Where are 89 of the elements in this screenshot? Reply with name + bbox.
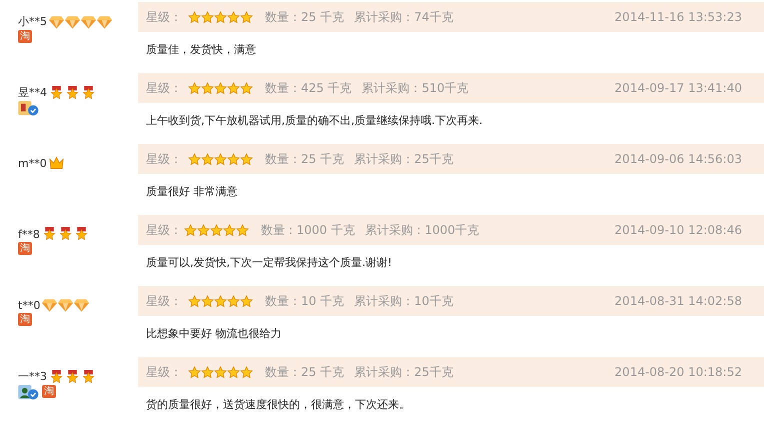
star-icon — [196, 224, 210, 236]
total-purchase-text: 累计采购：510千克 — [362, 80, 469, 96]
medal-icon — [42, 227, 57, 241]
diamond-icon — [42, 298, 58, 312]
star-icon — [188, 366, 201, 378]
star-icon — [227, 294, 240, 308]
medal-icon — [81, 86, 96, 100]
review-date: 2014-08-31 14:02:58 — [614, 294, 742, 308]
review-comment: 货的质量很好，送货速度很快的，很满意，下次还来。 — [145, 397, 411, 412]
star-icon — [227, 82, 240, 94]
star-icon — [188, 152, 201, 166]
review-date: 2014-09-06 14:56:03 — [614, 152, 742, 166]
diamond-icon — [49, 14, 64, 28]
quantity-text: 数量：10 千克 — [265, 292, 344, 310]
quantity-text: 数量 : 1000 千克 — [260, 222, 355, 238]
shop-verified-icon — [18, 101, 39, 116]
star-icon — [210, 224, 223, 236]
medal-icon — [58, 227, 73, 241]
diamond-icon — [65, 14, 80, 28]
review-comment: 质量佳，发货快，满意 — [145, 42, 257, 57]
star-icon — [214, 294, 227, 308]
star-icon — [188, 10, 201, 24]
rating-label: 星级： — [146, 150, 182, 168]
verified-user-icon — [18, 385, 39, 400]
diamond-icon — [74, 298, 90, 312]
rating-label: 星级： — [146, 80, 182, 96]
total-purchase-text: 累计采购 : 1000千克 — [364, 222, 480, 238]
medal-icon — [49, 370, 64, 384]
quantity-text: 数量：25 千克 — [265, 364, 344, 380]
total-purchase-text: 累计采购：25千克 — [354, 150, 454, 168]
username: m**0 — [18, 156, 47, 170]
taobao-badge: 淘 — [42, 385, 56, 398]
taobao-badge: 淘 — [18, 313, 32, 326]
review-comment: 质量可以,发货快,下次一定帮我保持这个质量.谢谢! — [145, 255, 393, 270]
star-icon — [222, 224, 236, 236]
review-comment: 比想象中要好 物流也很给力 — [145, 326, 282, 341]
rating-label: 星级 : — [146, 222, 178, 238]
quantity-text: 数量：25 千克 — [265, 150, 344, 168]
star-icon — [188, 82, 201, 94]
diamond-icon — [97, 14, 112, 28]
medal-icon — [65, 370, 80, 384]
taobao-badge: 淘 — [18, 242, 32, 255]
quantity-text: 数量：25 千克 — [265, 8, 344, 26]
taobao-badge: 淘 — [18, 30, 32, 43]
crown-icon — [48, 156, 64, 170]
rating-label: 星级： — [146, 8, 182, 26]
total-purchase-text: 累计采购：25千克 — [354, 364, 454, 380]
quantity-text: 数量：425 千克 — [265, 80, 352, 96]
medal-icon — [49, 86, 64, 100]
star-icon — [240, 10, 253, 24]
star-icon — [227, 10, 240, 24]
star-icon — [214, 152, 227, 166]
medal-icon — [65, 86, 80, 100]
diamond-icon — [81, 14, 96, 28]
star-icon — [240, 366, 253, 378]
username: t**0 — [18, 298, 40, 312]
total-purchase-text: 累计采购：10千克 — [354, 292, 454, 310]
medal-icon — [81, 370, 96, 384]
star-icon — [214, 10, 227, 24]
star-icon — [201, 294, 214, 308]
star-icon — [188, 294, 201, 308]
review-date: 2014-11-16 13:53:23 — [614, 10, 742, 24]
review-comment: 质量很好 非常满意 — [145, 184, 238, 199]
review-comment: 上午收到货,下午放机器试用,质量的确不出,质量继续保持哦.下次再来. — [145, 113, 484, 128]
star-icon — [214, 366, 227, 378]
username: f**8 — [18, 228, 40, 240]
review-date: 2014-08-20 10:18:52 — [614, 365, 742, 379]
star-icon — [240, 152, 253, 166]
username: 小**5 — [18, 14, 47, 29]
star-icon — [201, 152, 214, 166]
star-icon — [201, 82, 214, 94]
star-icon — [236, 224, 249, 236]
diamond-icon — [58, 298, 74, 312]
star-icon — [214, 82, 227, 94]
username: 昱**4 — [18, 85, 47, 100]
star-icon — [201, 366, 214, 378]
total-purchase-text: 累计采购：74千克 — [354, 8, 454, 26]
rating-label: 星级： — [146, 292, 182, 310]
star-icon — [227, 366, 240, 378]
medal-icon — [74, 227, 89, 241]
star-icon — [184, 224, 197, 236]
star-icon — [227, 152, 240, 166]
username: 一**3 — [18, 369, 47, 384]
review-date: 2014-09-17 13:41:40 — [614, 81, 742, 95]
star-icon — [240, 82, 253, 94]
star-icon — [240, 294, 253, 308]
review-date: 2014-09-10 12:08:46 — [614, 223, 742, 237]
star-icon — [201, 10, 214, 24]
rating-label: 星级： — [146, 364, 182, 380]
